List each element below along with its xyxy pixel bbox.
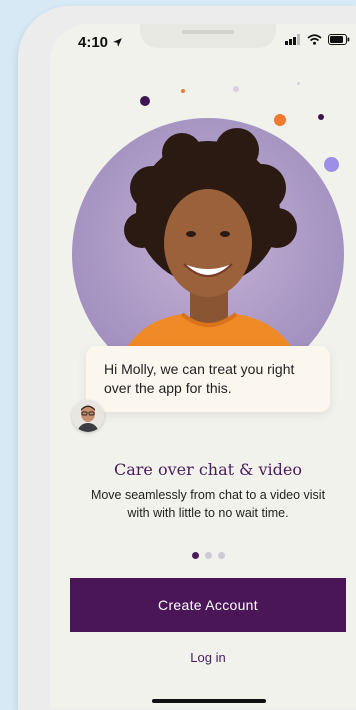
decor-dot — [140, 96, 150, 106]
page-dot-active[interactable] — [192, 552, 199, 559]
decor-dot — [181, 89, 185, 93]
login-link[interactable]: Log in — [50, 650, 356, 665]
page-indicator[interactable] — [192, 552, 225, 559]
doctor-avatar — [72, 400, 104, 432]
status-time-text: 4:10 — [78, 34, 109, 51]
wifi-icon — [307, 34, 322, 45]
decor-dot — [233, 86, 239, 92]
app-screen: 4:10 Hi Molly, we can treat you right ov… — [50, 24, 356, 708]
decor-dot — [324, 157, 339, 172]
decor-dot — [318, 114, 324, 120]
chat-message: Hi Molly, we can treat you right over th… — [104, 361, 295, 396]
chat-bubble: Hi Molly, we can treat you right over th… — [86, 346, 330, 412]
doctor-avatar-image — [72, 400, 104, 432]
page-dot[interactable] — [205, 552, 212, 559]
create-account-button[interactable]: Create Account — [70, 578, 346, 632]
notch — [140, 24, 276, 48]
decor-dot — [274, 114, 286, 126]
onboarding-description: Move seamlessly from chat to a video vis… — [90, 488, 326, 520]
speaker — [182, 30, 234, 34]
page-dot[interactable] — [218, 552, 225, 559]
location-arrow-icon — [113, 38, 123, 47]
decor-dot — [297, 82, 300, 85]
status-time: 4:10 — [78, 34, 123, 51]
status-icons — [285, 34, 350, 45]
onboarding-title: Care over chat & video — [113, 460, 302, 479]
battery-icon — [328, 34, 350, 45]
phone-frame: 4:10 Hi Molly, we can treat you right ov… — [18, 6, 356, 710]
cellular-signal-icon — [285, 34, 301, 45]
home-indicator[interactable] — [152, 699, 266, 703]
